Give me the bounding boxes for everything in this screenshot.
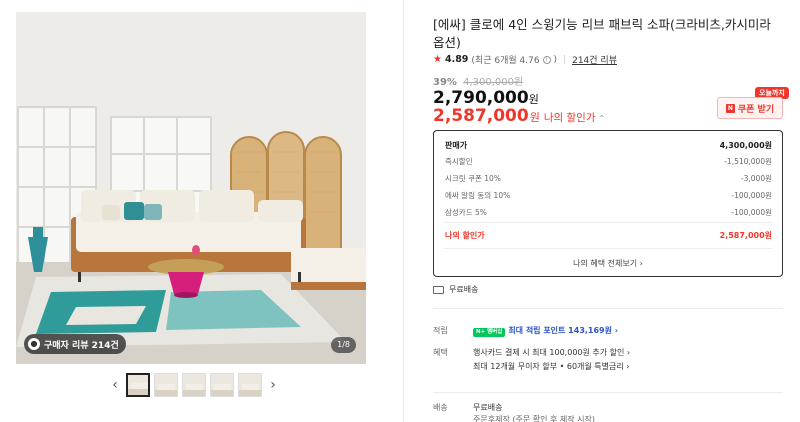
image-page-counter: 1/8 <box>331 337 356 353</box>
price-breakdown-box: 판매가 4,300,000원 즉시할인 -1,510,000원 시크릿 쿠폰 1… <box>433 130 783 277</box>
breakdown-label: 즉시할인 <box>445 157 473 166</box>
delivery-label: 배송 <box>433 403 448 412</box>
chevron-up-icon[interactable]: ⌃ <box>598 114 605 123</box>
breakdown-row: 판매가 4,300,000원 <box>445 140 772 151</box>
delivery-note: 주문후제작 (주문 확인 후 제작 시작) <box>473 415 595 422</box>
coupon-button-label: 쿠폰 받기 <box>737 104 775 115</box>
rating-row: ★ 4.89 (최근 6개월 4.76 i) | 214건 리뷰 <box>433 53 617 66</box>
points-row: N+ 멤버십 최대 적립 포인트 143,169원 › <box>473 325 618 337</box>
breakdown-row: 에싸 알림 동의 10% -100,000원 <box>445 190 772 201</box>
original-price: 4,300,000원 <box>463 77 524 88</box>
my-price-unit: 원 <box>529 111 540 124</box>
breakdown-value: -100,000원 <box>731 191 772 200</box>
breakdown-value: -100,000원 <box>731 208 772 217</box>
truck-icon <box>433 285 444 294</box>
discount-row: 39% 4,300,000원 <box>433 73 523 88</box>
sale-price: 2,790,000원 <box>433 88 539 108</box>
coupon-download-button[interactable]: N 쿠폰 받기 <box>717 97 783 119</box>
breakdown-final-value: 2,587,000원 <box>719 231 772 240</box>
thumbnail-3[interactable] <box>182 373 206 397</box>
thumbnail-strip: ‹ › <box>108 372 280 398</box>
naver-n-icon: N <box>725 103 735 113</box>
my-price-label: 나의 할인가 <box>543 112 596 124</box>
thumbnail-4[interactable] <box>210 373 234 397</box>
rating-close-paren: ) <box>553 54 558 65</box>
sale-price-unit: 원 <box>528 93 539 106</box>
breakdown-value: -1,510,000원 <box>724 157 772 166</box>
max-points-link[interactable]: 최대 적립 포인트 143,169원 › <box>508 326 618 335</box>
shipping-summary: 무료배송 <box>433 284 478 295</box>
info-icon[interactable]: i <box>542 55 551 64</box>
my-price-value: 2,587,000 <box>433 106 529 126</box>
main-product-image[interactable]: ● 구매자 리뷰 214건 1/8 <box>16 12 366 364</box>
breakdown-label: 에싸 알림 동의 10% <box>445 191 511 200</box>
breakdown-label: 판매가 <box>445 141 468 150</box>
sale-price-value: 2,790,000 <box>433 88 529 108</box>
thumbnail-2[interactable] <box>154 373 178 397</box>
installment-link[interactable]: 최대 12개월 무이자 할부 • 60개월 특별금리 › <box>473 361 629 372</box>
delivery-value: 무료배송 <box>473 403 503 412</box>
next-image-arrow-icon[interactable]: › <box>266 374 280 396</box>
rating-separator: | <box>563 54 567 65</box>
section-divider <box>433 392 783 393</box>
breakdown-label: 시크릿 쿠폰 10% <box>445 174 501 183</box>
breakdown-row: 시크릿 쿠폰 10% -3,000원 <box>445 173 772 184</box>
breakdown-final-label: 나의 할인가 <box>445 231 485 240</box>
card-discount-link[interactable]: 행사카드 결제 시 최대 100,000원 추가 할인 › <box>473 347 630 358</box>
breakdown-divider <box>444 248 772 249</box>
star-icon: ★ <box>433 54 442 65</box>
buyer-review-label: 구매자 리뷰 214건 <box>44 340 119 351</box>
sofa-scene-illustration <box>16 12 366 364</box>
section-divider <box>433 308 783 309</box>
breakdown-label: 삼성카드 5% <box>445 208 487 217</box>
buyer-review-pill[interactable]: ● 구매자 리뷰 214건 <box>24 334 126 354</box>
rating-recent: (최근 6개월 4.76 <box>471 56 540 66</box>
benefits-label: 혜택 <box>433 348 448 357</box>
product-title: [에싸] 클로에 4인 스윙기능 리브 패브릭 소파(크라비츠,카시미라 옵션) <box>433 17 771 50</box>
thumbnail-5[interactable] <box>238 373 262 397</box>
review-bubble-icon: ● <box>28 338 40 350</box>
naver-membership-badge: N+ 멤버십 <box>473 328 506 337</box>
breakdown-value: 4,300,000원 <box>719 141 772 150</box>
discount-percent: 39% <box>433 77 457 88</box>
rating-score: 4.89 <box>444 54 469 65</box>
breakdown-divider <box>444 222 772 223</box>
breakdown-row: 삼성카드 5% -100,000원 <box>445 207 772 218</box>
breakdown-value: -3,000원 <box>740 174 772 183</box>
my-discount-price[interactable]: 2,587,000 원 나의 할인가 ⌃ <box>433 106 605 126</box>
review-count-link[interactable]: 214건 리뷰 <box>572 53 617 66</box>
column-divider <box>403 0 404 422</box>
points-label: 적립 <box>433 326 448 335</box>
prev-image-arrow-icon[interactable]: ‹ <box>108 374 122 396</box>
all-benefits-link[interactable]: 나의 혜택 전체보기 › <box>434 258 782 269</box>
thumbnail-1[interactable] <box>126 373 150 397</box>
breakdown-final-row: 나의 할인가 2,587,000원 <box>445 230 772 241</box>
shipping-summary-text: 무료배송 <box>449 285 479 294</box>
breakdown-row: 즉시할인 -1,510,000원 <box>445 156 772 167</box>
